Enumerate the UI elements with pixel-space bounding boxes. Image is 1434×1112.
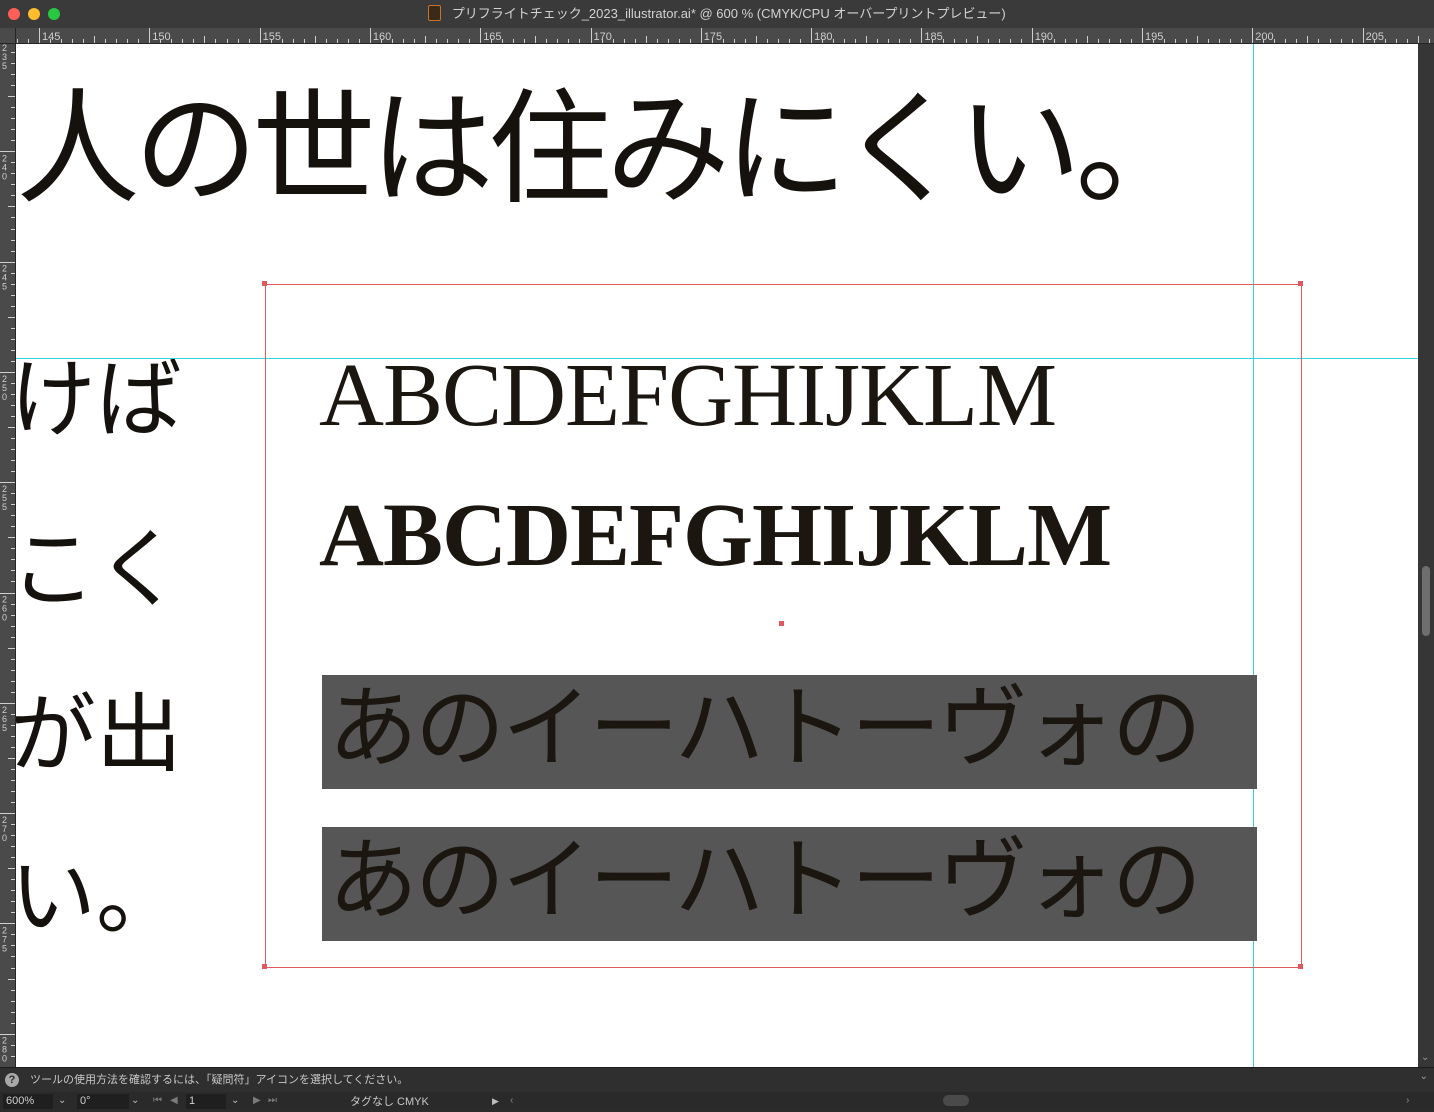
ruler-label: 195 (1145, 31, 1163, 43)
vertical-ruler[interactable]: 235240245250255260265270275280 (0, 43, 16, 1067)
last-artboard-icon[interactable]: ⏭ (268, 1092, 277, 1109)
ruler-label: 185 (924, 31, 942, 43)
window-title-area: プリフライトチェック_2023_illustrator.ai* @ 600 % … (0, 0, 1434, 28)
ruler-label: 155 (263, 31, 281, 43)
artboard-text-column-line-3[interactable]: が出 (16, 692, 182, 778)
help-question-icon[interactable]: ? (5, 1073, 19, 1087)
ruler-label: 145 (42, 31, 60, 43)
window-titlebar: プリフライトチェック_2023_illustrator.ai* @ 600 % … (0, 0, 1434, 29)
first-artboard-icon[interactable]: ⏮ (153, 1092, 162, 1109)
artboard-text-column-line-4[interactable]: い。 (16, 854, 182, 940)
vertical-scrollbar[interactable]: ⌄ (1418, 44, 1434, 1067)
scroll-left-chevron-icon[interactable]: ‹ (510, 1092, 513, 1109)
vertical-ruler-ticks: 235240245250255260265270275280 (0, 43, 15, 1064)
collapse-chevron-icon[interactable]: ⌄ (1420, 1071, 1428, 1082)
ruler-origin[interactable] (0, 28, 16, 44)
scroll-down-chevron-icon[interactable]: ⌄ (1421, 1053, 1429, 1063)
help-status-bar: ? ツールの使用方法を確認するには、「疑問符」アイコンを選択してください。 ⌄ (0, 1067, 1434, 1092)
scroll-right-chevron-icon[interactable]: › (1406, 1092, 1409, 1109)
ruler-label-digit: 5 (2, 282, 7, 292)
rotation-field[interactable]: 0° (77, 1094, 129, 1109)
artboard-canvas[interactable]: 人の世は住みにくい。 けば こく が出 い。 ABCDEFGHIJKLM ABC… (16, 44, 1418, 1067)
vertical-scroll-thumb[interactable] (1422, 566, 1430, 636)
horizontal-ruler[interactable]: 145 150 155 160 165 170 175 180 185 190 195 200 205 (0, 28, 1434, 44)
ruler-label-digit: 5 (2, 943, 7, 953)
ruler-label: 150 (152, 31, 170, 43)
ruler-label: 175 (704, 31, 722, 43)
selection-center-point (779, 621, 784, 626)
ruler-label-digit: 0 (2, 1054, 7, 1064)
zoom-field[interactable]: 600% (3, 1094, 53, 1109)
artboard-text-column-line-1[interactable]: けば (16, 357, 182, 443)
artboard-number-field[interactable]: 1 (186, 1094, 226, 1109)
selection-handle-top-left[interactable] (262, 281, 267, 286)
ruler-label-digit: 0 (2, 833, 7, 843)
ruler-label: 160 (373, 31, 391, 43)
zoom-dropdown-chevron-icon[interactable]: ⌄ (58, 1092, 66, 1109)
selection-handle-bottom-right[interactable] (1298, 964, 1303, 969)
ruler-label: 165 (483, 31, 501, 43)
selection-bounding-box[interactable] (265, 284, 1302, 968)
artboard-text-large[interactable]: 人の世は住みにくい。 (16, 88, 1200, 212)
ruler-label: 205 (1366, 31, 1384, 43)
selection-handle-bottom-left[interactable] (262, 964, 267, 969)
ruler-label-digit: 0 (2, 613, 7, 623)
illustrator-doc-icon (428, 5, 442, 21)
selection-handle-top-right[interactable] (1298, 281, 1303, 286)
horizontal-scroll-thumb[interactable] (943, 1095, 969, 1106)
help-status-text: ツールの使用方法を確認するには、「疑問符」アイコンを選択してください。 (30, 1074, 409, 1086)
next-artboard-icon[interactable]: ▶ (253, 1092, 261, 1109)
document-status-bar: 600% ⌄ 0° ⌄ ⏮ ◀ 1 ⌄ ▶ ⏭ タグなし CMYK ▶ ‹ › (0, 1092, 1434, 1109)
horizontal-ruler-ticks: 145 150 155 160 165 170 175 180 185 190 195 200 205 (17, 28, 1430, 43)
artboard-text-column-line-2[interactable]: こく (16, 527, 182, 613)
ruler-label: 190 (1035, 31, 1053, 43)
color-profile-label: タグなし CMYK (350, 1096, 429, 1108)
ruler-label-digit: 5 (2, 723, 7, 733)
ruler-label-digit: 5 (2, 61, 7, 71)
ruler-label: 200 (1255, 31, 1273, 43)
ruler-label-digit: 5 (2, 502, 7, 512)
ruler-label: 170 (594, 31, 612, 43)
ruler-label-digit: 0 (2, 392, 7, 402)
previous-artboard-icon[interactable]: ◀ (170, 1092, 178, 1109)
ruler-label-digit: 0 (2, 171, 7, 181)
window-title: プリフライトチェック_2023_illustrator.ai* @ 600 % … (451, 6, 1006, 21)
status-menu-arrow-icon[interactable]: ▶ (492, 1092, 499, 1110)
ruler-label: 180 (814, 31, 832, 43)
rotation-dropdown-chevron-icon[interactable]: ⌄ (131, 1092, 139, 1109)
artboard-dropdown-chevron-icon[interactable]: ⌄ (231, 1092, 239, 1109)
